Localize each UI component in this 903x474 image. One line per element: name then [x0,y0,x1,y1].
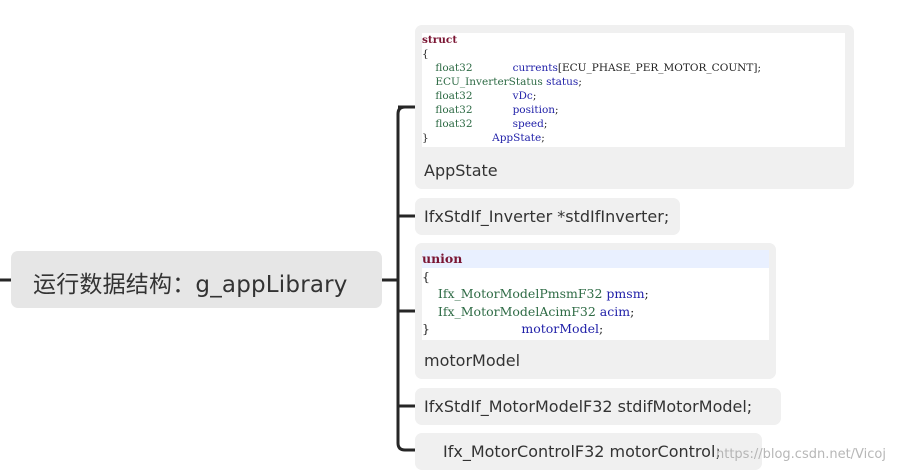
code-token: vDc [512,90,533,102]
branch-node-std-if-motormodel-label: IfxStdIf_MotorModelF32 stdifMotorModel; [424,397,753,416]
code-token: acim [599,303,631,319]
watermark: https://blog.csdn.net/Vicoj [716,447,886,462]
code-token: status [546,76,579,88]
code-token: [ECU_PHASE_PER_MOTOR_COUNT]; [557,62,761,74]
code-token: } [422,132,493,144]
branch-node-motorcontrol-label: Ifx_MotorControlF32 motorControl; [443,442,721,461]
code-line: float32 speed; [422,117,845,131]
code-token: Ifx_MotorModelPmsmF32 [422,286,607,301]
code-line: float32 currents[ECU_PHASE_PER_MOTOR_COU… [422,61,845,75]
motormodel-code-snippet: union { Ifx_MotorModelPmsmF32 pmsm; Ifx_M… [422,250,769,340]
code-token: ; [644,286,649,301]
code-line: { [422,268,769,286]
code-token: ; [578,76,582,88]
mind-map-canvas: 运行数据结构：g_appLibrary struct { float32 curr… [0,0,903,474]
code-token: ECU_InverterStatus [422,76,547,88]
code-token: float32 [422,104,513,116]
code-token: float32 [422,90,513,102]
code-token: ; [541,132,545,144]
code-line: float32 position; [422,103,845,117]
code-token: ; [598,321,604,336]
code-token: AppState [492,132,542,144]
code-line: struct [422,33,845,47]
code-token: ; [630,303,635,319]
code-line: union [422,250,769,268]
code-token: float32 [422,62,513,74]
code-token: { [422,268,430,284]
code-token: motorModel [521,321,599,336]
branch-node-appstate-label: AppState [424,161,498,180]
branch-bracket-line [396,105,415,452]
branch-node-std-if-motormodel[interactable]: IfxStdIf_MotorModelF32 stdifMotorModel; [415,388,781,425]
code-line: Ifx_MotorModelAcimF32 acim; [422,303,769,321]
code-token: speed [512,118,544,130]
code-token: pmsm [606,286,645,301]
code-token: ; [555,104,559,116]
branch-node-std-if-inverter[interactable]: IfxStdIf_Inverter *stdIfInverter; [415,198,680,235]
branch-node-std-if-inverter-label: IfxStdIf_Inverter *stdIfInverter; [424,207,670,226]
branch-node-appstate[interactable]: struct { float32 currents[ECU_PHASE_PER_M… [415,25,854,189]
code-token: currents [512,62,558,74]
root-node[interactable]: 运行数据结构：g_appLibrary [11,251,382,308]
appstate-code-snippet: struct { float32 currents[ECU_PHASE_PER_M… [422,33,845,147]
code-line: ECU_InverterStatus status; [422,75,845,89]
code-line: } motorModel; [422,320,769,338]
code-token: struct [422,34,458,46]
branch-node-motorcontrol[interactable]: Ifx_MotorControlF32 motorControl; [415,433,762,470]
code-line: Ifx_MotorModelPmsmF32 pmsm; [422,285,769,303]
code-token: { [422,48,429,60]
code-token: Ifx_MotorModelAcimF32 [422,303,600,319]
code-token: ; [543,118,548,130]
root-node-label: 运行数据结构：g_appLibrary [33,272,348,298]
branch-node-motormodel[interactable]: union { Ifx_MotorModelPmsmF32 pmsm; Ifx_M… [415,243,776,379]
code-line: } AppState; [422,131,845,145]
code-token: } [422,321,522,336]
branch-node-motormodel-label: motorModel [424,351,521,370]
code-token: ; [532,90,537,102]
code-token: float32 [422,118,513,130]
code-line: { [422,47,845,61]
code-line: float32 vDc; [422,89,845,103]
code-token: union [422,251,463,266]
code-token: position [512,104,556,116]
